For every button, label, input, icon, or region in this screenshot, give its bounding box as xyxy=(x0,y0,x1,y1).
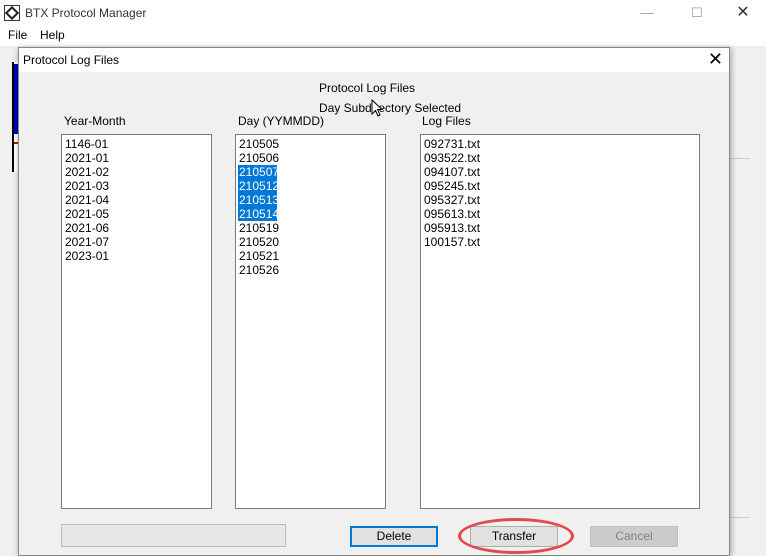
day-item[interactable]: 210519 xyxy=(238,221,385,235)
protocol-log-files-dialog: Protocol Log Files ✕ Protocol Log Files … xyxy=(18,47,730,556)
year-month-item[interactable]: 2023-01 xyxy=(64,249,211,263)
year-month-item[interactable]: 2021-05 xyxy=(64,207,211,221)
year-month-item[interactable]: 2021-06 xyxy=(64,221,211,235)
log-file-item[interactable]: 094107.txt xyxy=(423,165,699,179)
close-window-button[interactable]: ✕ xyxy=(720,0,766,26)
menu-file[interactable]: File xyxy=(8,28,27,42)
log-files-list[interactable]: 092731.txt 093522.txt 094107.txt 095245.txt… xyxy=(420,134,700,509)
dialog-title-bar: Protocol Log Files ✕ xyxy=(19,48,729,72)
minimize-button[interactable]: — xyxy=(624,0,670,26)
main-title-bar: BTX Protocol Manager — ☐ ✕ xyxy=(0,0,766,26)
day-item[interactable]: 210526 xyxy=(238,263,385,277)
year-month-item[interactable]: 2021-07 xyxy=(64,235,211,249)
year-month-item[interactable]: 2021-01 xyxy=(64,151,211,165)
year-month-label: Year-Month xyxy=(64,114,126,128)
day-list[interactable]: 210505 210506 210507 210512 210513 210514 2105… xyxy=(235,134,386,509)
dialog-close-icon[interactable]: ✕ xyxy=(708,50,723,68)
day-label: Day (YYMMDD) xyxy=(238,114,324,128)
mouse-pointer-icon xyxy=(371,99,383,117)
menu-bar: File Help xyxy=(0,26,766,46)
log-file-item[interactable]: 095327.txt xyxy=(423,193,699,207)
day-item[interactable]: 210505 xyxy=(238,137,385,151)
log-file-item[interactable]: 092731.txt xyxy=(423,137,699,151)
header-title: Protocol Log Files xyxy=(319,81,416,95)
day-item[interactable]: 210507 xyxy=(238,165,279,179)
delete-button[interactable]: Delete xyxy=(350,526,438,547)
day-item[interactable]: 210506 xyxy=(238,151,385,165)
log-file-item[interactable]: 093522.txt xyxy=(423,151,699,165)
app-icon xyxy=(4,5,20,21)
year-month-item[interactable]: 2021-02 xyxy=(64,165,211,179)
day-item[interactable]: 210512 xyxy=(238,179,279,193)
day-item[interactable]: 210520 xyxy=(238,235,385,249)
log-files-label: Log Files xyxy=(422,114,471,128)
header-status: Day Subdirectory Selected xyxy=(319,101,462,115)
day-item[interactable]: 210513 xyxy=(238,193,279,207)
maximize-button[interactable]: ☐ xyxy=(674,0,720,26)
log-file-item[interactable]: 095245.txt xyxy=(423,179,699,193)
day-item[interactable]: 210514 xyxy=(238,207,279,221)
log-file-item[interactable]: 100157.txt xyxy=(423,235,699,249)
log-file-item[interactable]: 095613.txt xyxy=(423,207,699,221)
transfer-highlight-annotation xyxy=(458,518,574,554)
year-month-item[interactable]: 2021-04 xyxy=(64,193,211,207)
year-month-item[interactable]: 1146-01 xyxy=(64,137,211,151)
day-item[interactable]: 210521 xyxy=(238,249,385,263)
year-month-list[interactable]: 1146-01 2021-01 2021-02 2021-03 2021-04 2021-… xyxy=(61,134,212,509)
transfer-progress-bar xyxy=(61,524,286,547)
log-file-item[interactable]: 095913.txt xyxy=(423,221,699,235)
cancel-button[interactable]: Cancel xyxy=(590,526,678,547)
app-title: BTX Protocol Manager xyxy=(25,6,147,20)
year-month-item[interactable]: 2021-03 xyxy=(64,179,211,193)
background-panel-right xyxy=(728,158,750,518)
dialog-title: Protocol Log Files xyxy=(23,53,120,67)
menu-help[interactable]: Help xyxy=(40,28,65,42)
